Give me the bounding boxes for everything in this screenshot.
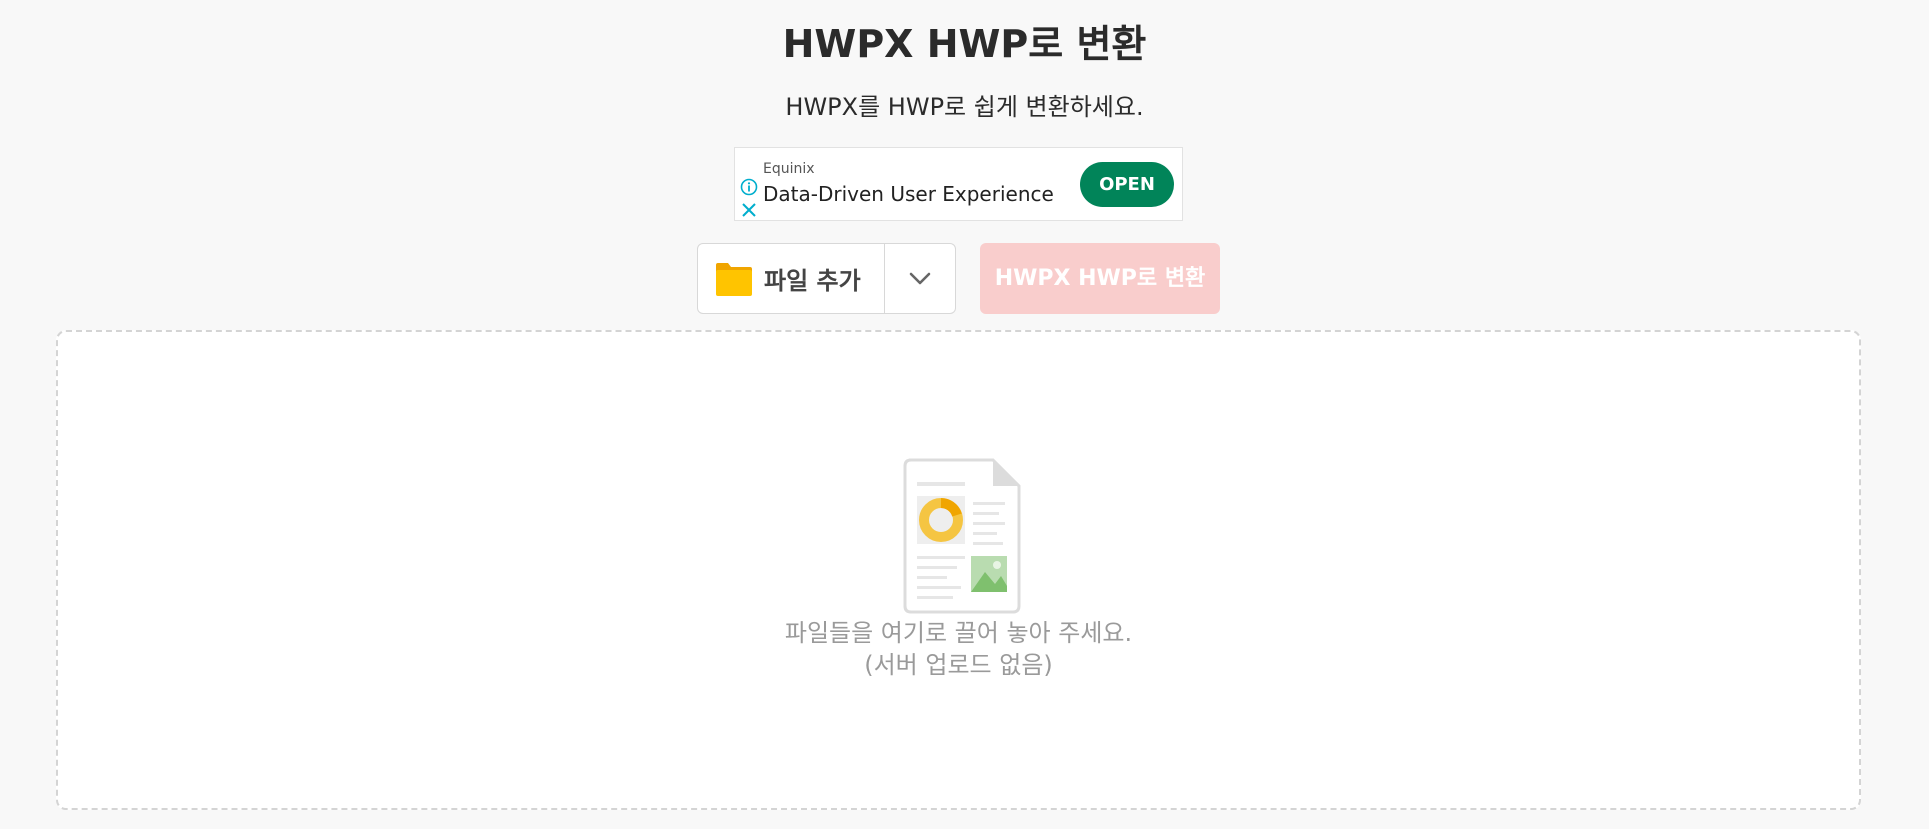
- ad-headline[interactable]: Data-Driven User Experience: [763, 180, 1054, 208]
- file-drop-zone[interactable]: 파일들을 여기로 끌어 놓아 주세요. (서버 업로드 없음): [56, 330, 1861, 810]
- ad-open-button[interactable]: OPEN: [1080, 162, 1174, 207]
- page-subtitle: HWPX를 HWP로 쉽게 변환하세요.: [785, 93, 1144, 121]
- folder-icon: [716, 262, 752, 296]
- page-title: HWPX HWP로 변환: [782, 22, 1147, 66]
- drop-instructions-line2: (서버 업로드 없음): [864, 651, 1053, 679]
- ad-advertiser: Equinix: [763, 161, 815, 177]
- add-file-label: 파일 추가: [764, 267, 861, 295]
- add-file-dropdown-button[interactable]: [885, 244, 955, 313]
- chevron-down-icon: [909, 272, 931, 284]
- convert-button[interactable]: HWPX HWP로 변환: [980, 243, 1220, 314]
- drop-instructions: 파일들을 여기로 끌어 놓아 주세요. (서버 업로드 없음): [58, 617, 1859, 681]
- add-file-button[interactable]: 파일 추가: [698, 244, 884, 313]
- info-icon[interactable]: [739, 177, 759, 197]
- ad-banner[interactable]: Equinix Data-Driven User Experience OPEN: [734, 147, 1183, 221]
- document-icon: [903, 458, 1021, 614]
- close-icon[interactable]: [739, 200, 759, 220]
- page: HWPX HWP로 변환 HWPX를 HWP로 쉽게 변환하세요. Equini…: [0, 0, 1929, 829]
- add-file-button-group[interactable]: 파일 추가: [697, 243, 956, 314]
- drop-instructions-line1: 파일들을 여기로 끌어 놓아 주세요.: [784, 619, 1133, 647]
